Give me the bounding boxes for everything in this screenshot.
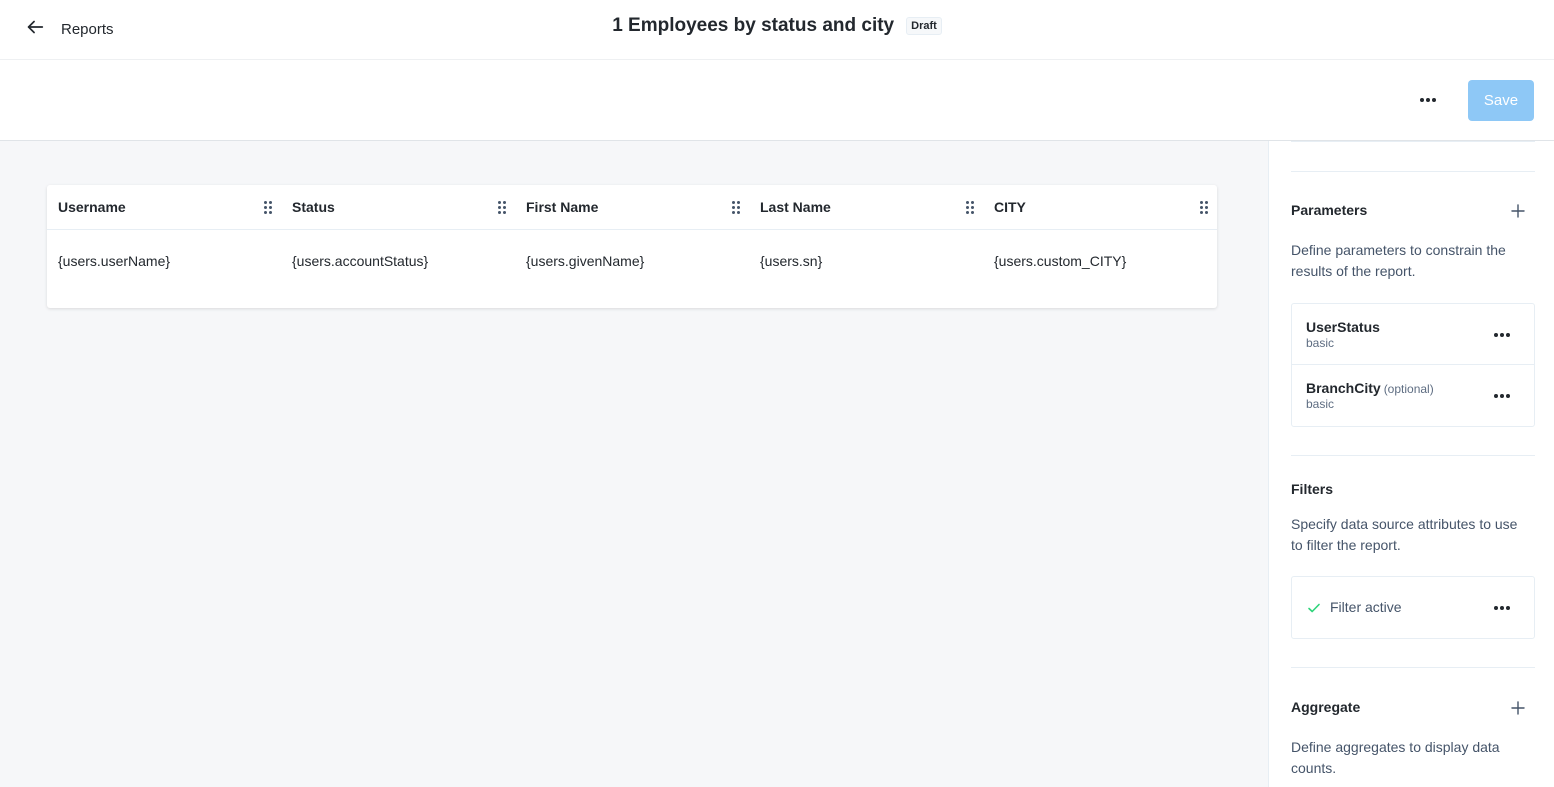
add-parameter-button[interactable] <box>1511 204 1525 218</box>
drag-handle-icon[interactable] <box>264 201 272 214</box>
plus-icon <box>1511 204 1525 218</box>
list-item[interactable]: Filter active <box>1292 577 1534 638</box>
parameter-name: BranchCity (optional) <box>1306 380 1434 396</box>
divider <box>1291 171 1535 172</box>
parameter-more-button[interactable] <box>1488 324 1516 346</box>
column-header-label: Username <box>58 199 126 215</box>
drag-handle-icon[interactable] <box>966 201 974 214</box>
table-cell: {users.givenName} <box>526 253 645 269</box>
drag-handle-icon[interactable] <box>1200 201 1208 214</box>
top-header: Reports 1 Employees by status and city D… <box>0 0 1554 60</box>
check-icon <box>1306 600 1322 616</box>
report-table: Username Status First Name Last Name CIT… <box>47 185 1217 308</box>
column-header-label: First Name <box>526 199 599 215</box>
table-cell: {users.sn} <box>760 253 823 269</box>
add-aggregate-button[interactable] <box>1511 701 1525 715</box>
column-header-label: Status <box>292 199 335 215</box>
report-title: 1 Employees by status and city <box>612 15 895 36</box>
filters-description: Specify data source attributes to use to… <box>1291 516 1518 553</box>
filter-label: Filter active <box>1330 599 1402 615</box>
drag-handle-icon[interactable] <box>732 201 740 214</box>
parameters-title: Parameters <box>1291 202 1368 218</box>
more-options-button[interactable] <box>1414 89 1442 111</box>
column-header-label: Last Name <box>760 199 831 215</box>
settings-panel[interactable]: Parameters Define parameters to constrai… <box>1268 141 1554 787</box>
column-header[interactable]: Status <box>281 185 515 229</box>
parameter-more-button[interactable] <box>1488 385 1516 407</box>
save-button[interactable]: Save <box>1468 80 1534 121</box>
parameter-type: basic <box>1306 336 1335 350</box>
toolbar: Save <box>0 60 1554 141</box>
table-cell: {users.custom_CITY} <box>994 253 1127 269</box>
table-header: Username Status First Name Last Name CIT… <box>47 185 1217 230</box>
filter-more-button[interactable] <box>1488 597 1516 619</box>
divider <box>1291 667 1535 668</box>
table-cell: {users.userName} <box>58 253 171 269</box>
ellipsis-icon <box>1494 394 1510 398</box>
column-header[interactable]: CITY <box>983 185 1217 229</box>
column-header[interactable]: Last Name <box>749 185 983 229</box>
table-row: {users.userName} {users.accountStatus} {… <box>47 230 1217 292</box>
filters-title: Filters <box>1291 481 1334 497</box>
divider <box>1291 141 1535 142</box>
plus-icon <box>1511 701 1525 715</box>
column-header-label: CITY <box>994 199 1026 215</box>
aggregate-description: Define aggregates to display data counts… <box>1291 739 1500 776</box>
ellipsis-icon <box>1420 98 1436 102</box>
drag-handle-icon[interactable] <box>498 201 506 214</box>
column-header[interactable]: First Name <box>515 185 749 229</box>
filters-list: Filter active <box>1291 576 1535 639</box>
ellipsis-icon <box>1494 333 1510 337</box>
table-cell: {users.accountStatus} <box>292 253 429 269</box>
aggregate-title: Aggregate <box>1291 699 1361 715</box>
report-canvas: Username Status First Name Last Name CIT… <box>0 141 1268 787</box>
title-group: 1 Employees by status and city Draft <box>0 15 1554 37</box>
parameter-name: UserStatus <box>1306 319 1380 335</box>
parameters-list: UserStatus basic BranchCity (optional) ba… <box>1291 303 1535 427</box>
list-item[interactable]: BranchCity (optional) basic <box>1292 365 1534 426</box>
list-item[interactable]: UserStatus basic <box>1292 304 1534 365</box>
ellipsis-icon <box>1494 606 1510 610</box>
parameter-type: basic <box>1306 397 1335 411</box>
divider <box>1291 455 1535 456</box>
column-header[interactable]: Username <box>47 185 281 229</box>
parameters-description: Define parameters to constrain the resul… <box>1291 242 1506 279</box>
status-badge: Draft <box>906 17 942 35</box>
